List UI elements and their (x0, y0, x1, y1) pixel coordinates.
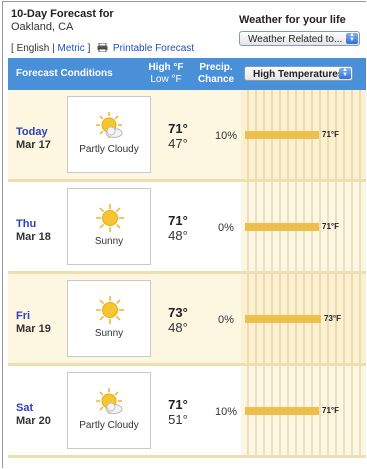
units-links: [ English | Metric ] Printable Forecast (11, 43, 194, 54)
high-temp-bar (245, 315, 321, 323)
precip-chance: 10% (214, 406, 238, 418)
day-cell: Thu Mar 18 (16, 218, 51, 244)
temps-cell: 71° 47° (158, 121, 198, 151)
temp-graph-cell: 73°F (241, 274, 366, 363)
condition-text: Partly Cloudy (79, 420, 139, 431)
condition-box[interactable]: Partly Cloudy (67, 372, 151, 449)
condition-box[interactable]: Sunny (67, 280, 151, 357)
conditions-column-header: Forecast Conditions (16, 68, 113, 79)
high-temp-bar-label: 71°F (322, 222, 339, 231)
partly-cloudy-icon (96, 388, 123, 414)
table-header: Forecast Conditions High °F Low °F Preci… (8, 58, 366, 90)
condition-box[interactable]: Partly Cloudy (67, 96, 151, 173)
high-temp-bar (245, 223, 319, 231)
forecast-row: Today Mar 17 Partly Cloudy 71° 47° 10% 7… (8, 90, 366, 179)
day-name-link[interactable]: Sat (16, 402, 51, 415)
forecast-rows: Today Mar 17 Partly Cloudy 71° 47° 10% 7… (8, 90, 366, 458)
low-temp: 48° (168, 228, 188, 243)
select-arrows-icon: ▲ ▼ (346, 32, 358, 44)
temps-cell: 73° 48° (158, 305, 198, 335)
condition-text: Sunny (94, 236, 124, 247)
page-title: 10-Day Forecast for (11, 8, 114, 20)
low-temp: 47° (168, 136, 188, 151)
high-temp-bar (245, 407, 319, 415)
condition-text: Partly Cloudy (79, 144, 139, 155)
day-name-link[interactable]: Fri (16, 310, 51, 323)
metric-units-link[interactable]: Metric (58, 43, 85, 54)
weather-related-select[interactable]: Weather Related to... ▲ ▼ (239, 31, 360, 46)
condition-text: Sunny (94, 328, 124, 339)
location-label: Oakland, CA (11, 21, 74, 33)
graph-type-select[interactable]: High Temperatures ▲ ▼ (244, 66, 353, 81)
day-date: Mar 20 (16, 415, 51, 427)
precip-label-line1: Precip. (199, 62, 233, 73)
forecast-row: Sat Mar 20 Partly Cloudy 71° 51° 10% 71°… (8, 366, 366, 455)
low-column-label: Low °F (150, 74, 182, 85)
high-temp-bar-label: 71°F (322, 406, 339, 415)
hi-lo-column-header: High °F Low °F (146, 62, 186, 86)
high-temp-bar-label: 73°F (324, 314, 341, 323)
sunny-icon (96, 204, 124, 232)
high-temp: 71° (168, 397, 188, 412)
precip-label-line2: Chance (197, 74, 235, 85)
english-units-label[interactable]: English (17, 43, 50, 54)
forecast-row: Fri Mar 19 Sunny 73° 48° 0% 73°F (8, 274, 366, 363)
low-temp: 51° (168, 412, 188, 427)
high-temp: 71° (168, 213, 188, 228)
day-cell: Sat Mar 20 (16, 402, 51, 428)
forecast-row: Thu Mar 18 Sunny 71° 48° 0% 71°F (8, 182, 366, 271)
close-bracket: ] (87, 43, 91, 54)
printable-forecast-link[interactable]: Printable Forecast (113, 43, 194, 54)
select-arrows-icon: ▲ ▼ (339, 67, 351, 79)
high-temp-bar (245, 131, 319, 139)
weather-related-select-value: Weather Related to... (248, 34, 343, 45)
low-temp: 48° (168, 320, 188, 335)
temps-cell: 71° 48° (158, 213, 198, 243)
sunny-icon (96, 296, 124, 324)
day-date: Mar 19 (16, 323, 51, 335)
high-temp-bar-label: 71°F (322, 130, 339, 139)
day-name-link[interactable]: Thu (16, 218, 51, 231)
temps-cell: 71° 51° (158, 397, 198, 427)
precip-chance: 0% (218, 222, 234, 234)
day-date: Mar 17 (16, 139, 51, 151)
day-cell: Fri Mar 19 (16, 310, 51, 336)
row-divider (8, 455, 366, 458)
high-temp: 73° (168, 305, 188, 320)
day-name-link[interactable]: Today (16, 126, 51, 139)
forecast-panel: 10-Day Forecast for Oakland, CA [ Englis… (2, 1, 366, 468)
open-bracket: [ (11, 43, 14, 54)
precip-chance: 0% (218, 314, 234, 326)
forecast-top: 10-Day Forecast for Oakland, CA [ Englis… (3, 2, 366, 58)
temp-graph-cell: 71°F (241, 182, 366, 271)
day-cell: Today Mar 17 (16, 126, 51, 152)
printer-icon[interactable] (97, 43, 108, 52)
units-separator: | (52, 43, 55, 54)
condition-box[interactable]: Sunny (67, 188, 151, 265)
weather-for-life-label: Weather for your life (239, 14, 346, 26)
high-column-label: High °F (148, 62, 184, 73)
temp-graph-cell: 71°F (241, 366, 366, 455)
day-date: Mar 18 (16, 231, 51, 243)
partly-cloudy-icon (96, 112, 123, 138)
graph-type-select-value: High Temperatures (253, 69, 344, 80)
precip-chance: 10% (214, 130, 238, 142)
precip-column-header: Precip. Chance (197, 62, 235, 86)
high-temp: 71° (168, 121, 188, 136)
temp-graph-cell: 71°F (241, 90, 366, 179)
